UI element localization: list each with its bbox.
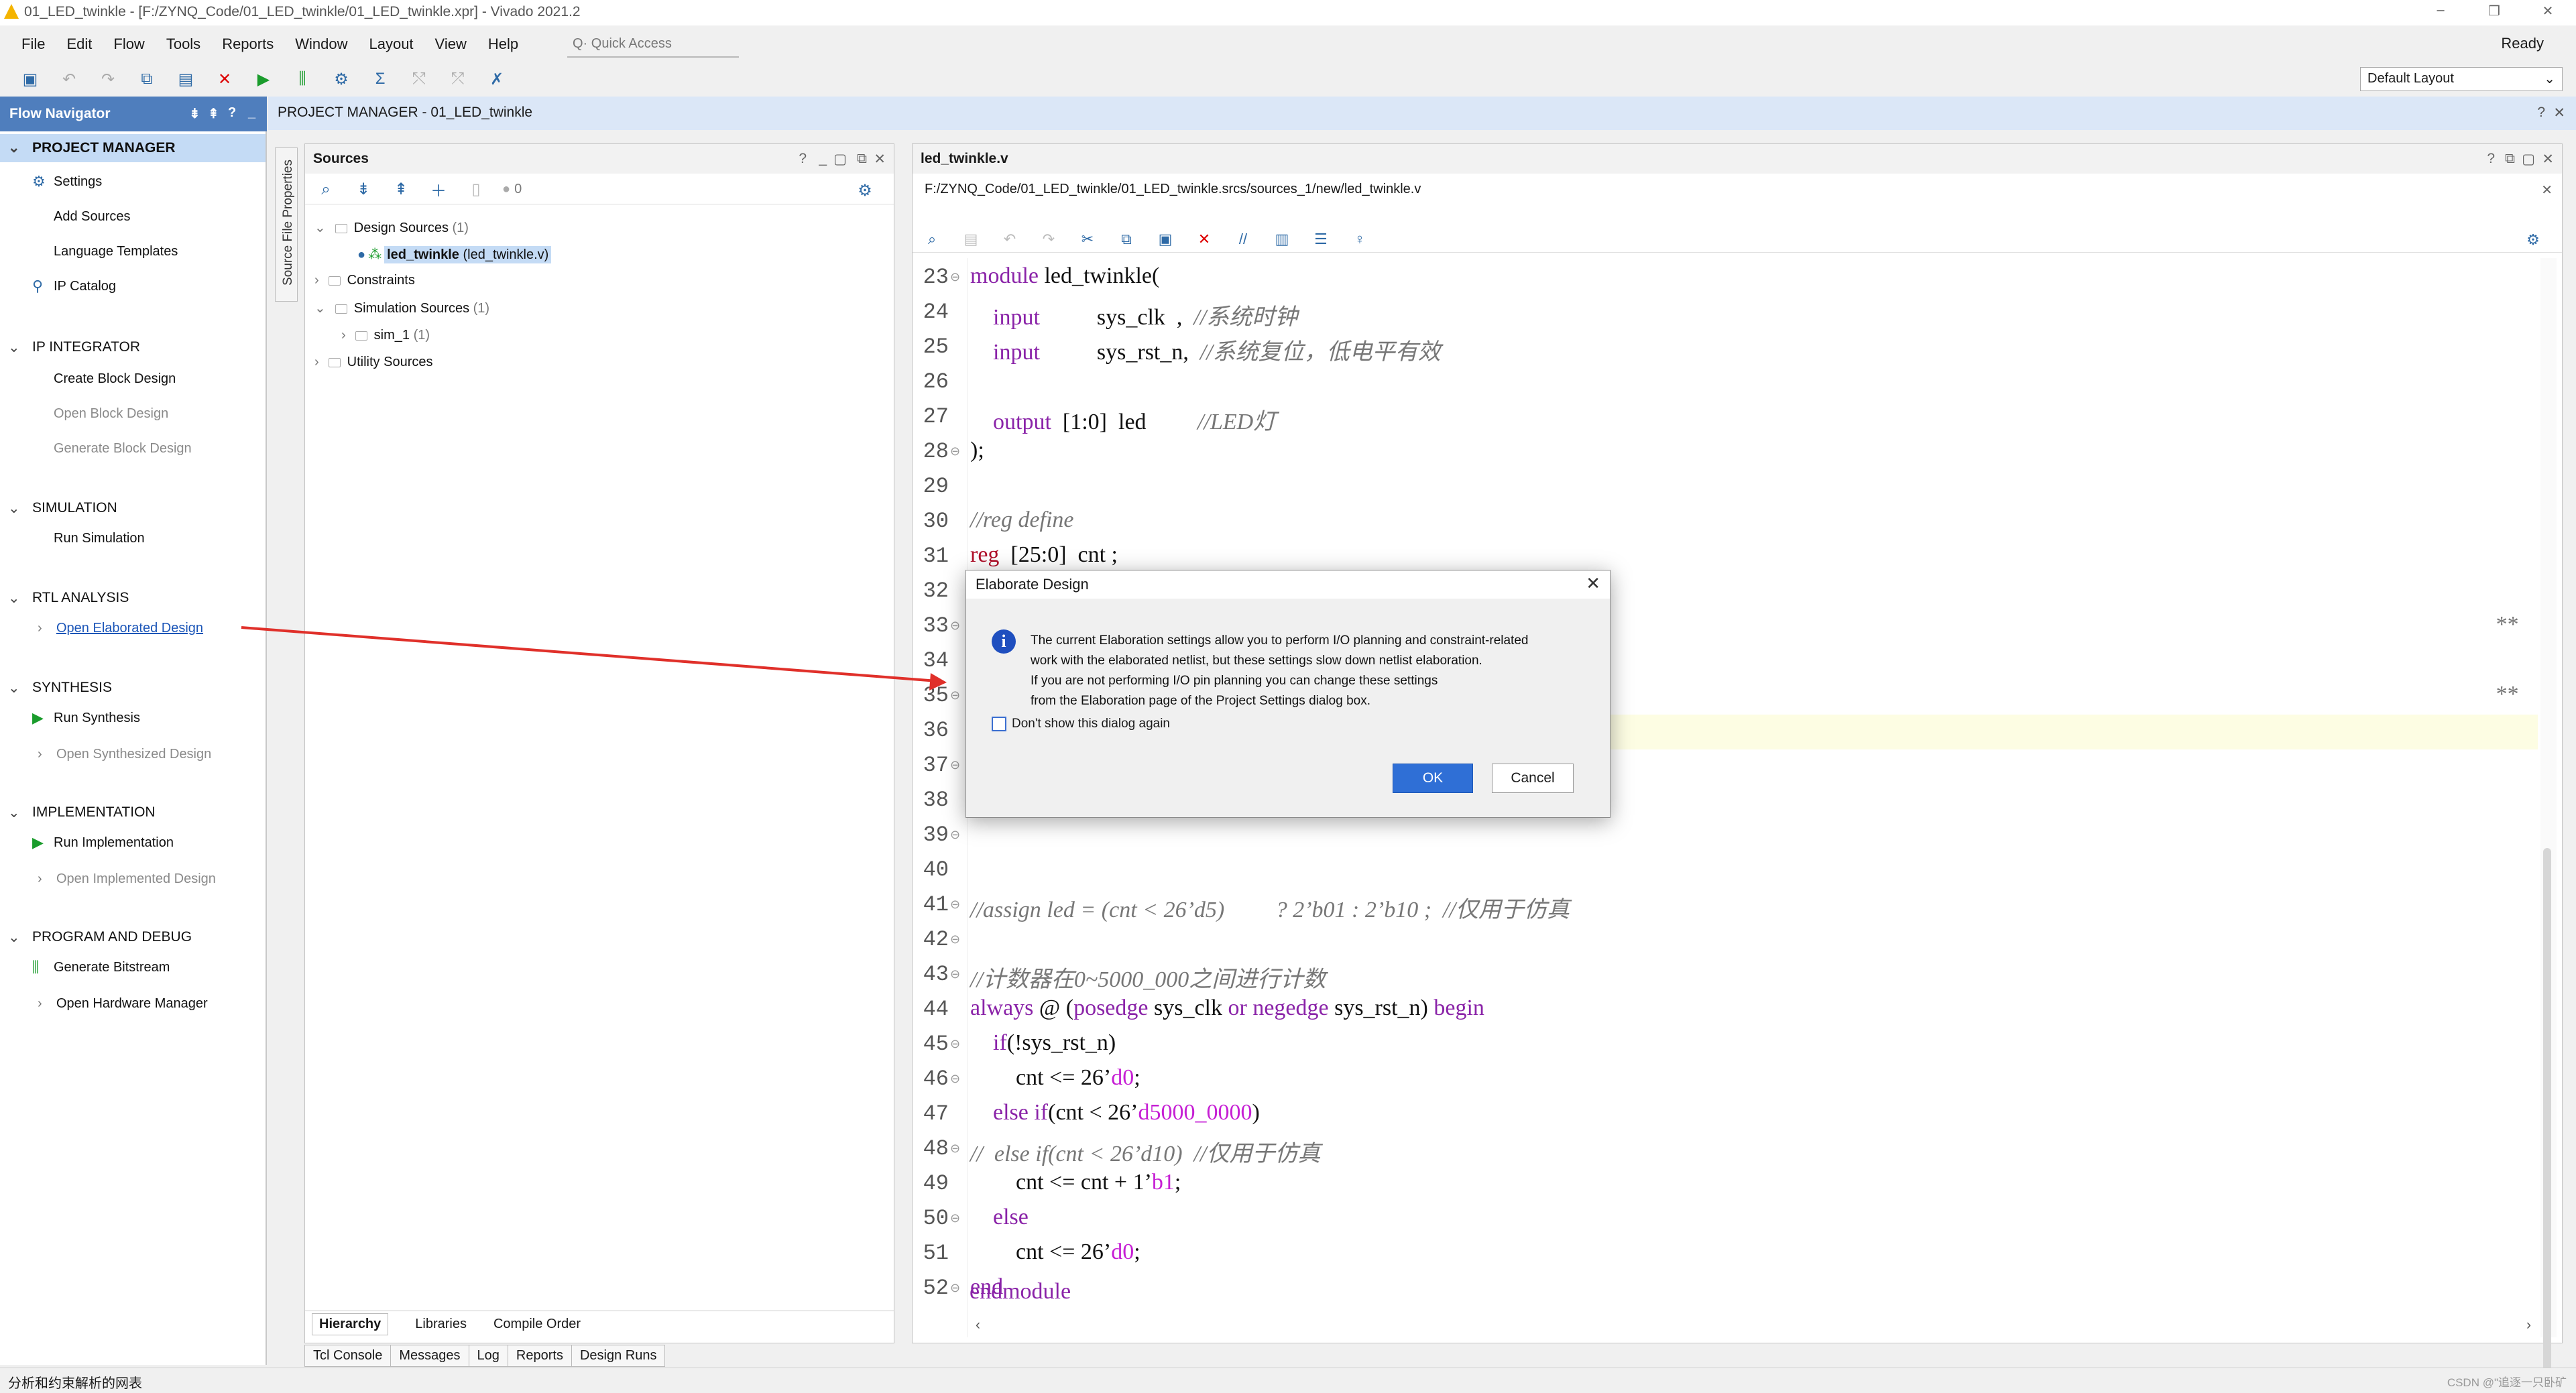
dont-show-checkbox[interactable]: Don't show this dialog again (992, 717, 1170, 731)
elaborate-design-dialog: Elaborate Design ✕ i The current Elabora… (965, 570, 1611, 818)
dialog-message: The current Elaboration settings allow y… (1031, 633, 1529, 708)
dialog-title: Elaborate Design (966, 570, 1610, 599)
vivado-window: 01_LED_twinkle - [F:/ZYNQ_Code/01_LED_tw… (0, 0, 2576, 1393)
ok-button[interactable]: OK (1393, 764, 1473, 793)
dialog-close-icon[interactable]: ✕ (1586, 573, 1600, 594)
watermark: CSDN @"追逐一只卧矿 (2447, 1376, 2567, 1389)
status-bar: 分析和约束解析的网表 (0, 1368, 2576, 1393)
cancel-button[interactable]: Cancel (1492, 764, 1574, 793)
info-icon: i (992, 629, 1016, 654)
